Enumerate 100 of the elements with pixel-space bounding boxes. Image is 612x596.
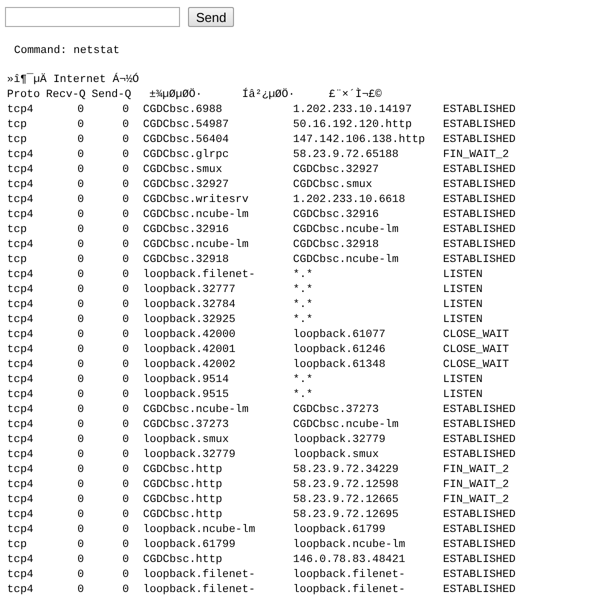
- table-cell-text: loopback.filenet-: [142, 268, 256, 283]
- table-cell-text: 0: [121, 298, 129, 313]
- table-cell-text: 0: [121, 493, 129, 508]
- table-cell-text: loopback.smux: [142, 433, 230, 448]
- table-cell-text: 0: [121, 268, 129, 283]
- table-cell-text: 0: [121, 508, 129, 523]
- table-cell-text: *.*: [293, 283, 314, 298]
- table-cell-text: *.*: [293, 313, 314, 328]
- table-cell-text: 0: [121, 583, 129, 596]
- column-header: £¨×´Ì¬£©: [328, 88, 382, 103]
- table-cell-text: 0: [76, 253, 84, 268]
- table-cell-text: *.*: [293, 298, 314, 313]
- table-cell-text: tcp4: [7, 328, 34, 343]
- table-cell-text: CGDCbsc.6988: [142, 103, 224, 118]
- table-cell-text: tcp4: [7, 208, 34, 223]
- table-cell-text: CLOSE_WAIT: [443, 343, 510, 358]
- table-cell-text: tcp4: [7, 448, 34, 463]
- table-cell-text: 0: [76, 163, 84, 178]
- table-cell-text: 0: [76, 448, 84, 463]
- table-cell-text: tcp4: [7, 103, 34, 118]
- table-cell-text: 0: [76, 373, 84, 388]
- table-cell-text: 0: [121, 103, 129, 118]
- table-cell-text: 0: [121, 373, 129, 388]
- table-cell-text: tcp4: [7, 163, 34, 178]
- table-cell-text: CGDCbsc.writesrv: [142, 193, 250, 208]
- table-cell-text: tcp: [7, 223, 28, 238]
- table-cell-text: CGDCbsc.ncube-lm: [142, 403, 250, 418]
- table-cell-text: ESTABLISHED: [443, 403, 517, 418]
- table-cell-text: CGDCbsc.ncube-lm: [293, 418, 400, 433]
- table-cell-text: tcp4: [7, 283, 34, 298]
- table-cell-text: CGDCbsc.http: [142, 508, 224, 523]
- table-cell-text: 0: [76, 298, 84, 313]
- table-cell-text: tcp4: [7, 463, 34, 478]
- table-cell-text: CGDCbsc.32918: [142, 253, 230, 268]
- table-cell-text: 0: [76, 238, 84, 253]
- table-cell-text: loopback.32925: [142, 313, 236, 328]
- table-cell-text: 0: [121, 403, 129, 418]
- table-cell-text: CGDCbsc.http: [142, 478, 224, 493]
- column-header: Recv-Q: [46, 88, 86, 103]
- table-cell-text: ESTABLISHED: [443, 103, 517, 118]
- send-button[interactable]: Send: [188, 7, 234, 27]
- table-cell-text: loopback.61348: [293, 358, 386, 373]
- table-cell-text: 0: [76, 418, 84, 433]
- table-cell-text: 0: [76, 178, 84, 193]
- table-cell-text: loopback.ncube-lm: [142, 523, 256, 538]
- table-cell-text: ESTABLISHED: [443, 118, 517, 133]
- command-input-field[interactable]: [5, 7, 180, 27]
- column-header: Send-Q: [92, 88, 132, 103]
- table-cell-text: 0: [76, 313, 84, 328]
- section-title: »î¶¯µÄ Internet Á¬½Ó: [7, 73, 140, 88]
- table-cell-text: 0: [76, 568, 84, 583]
- table-cell-text: 50.16.192.120.http: [293, 118, 413, 133]
- table-cell-text: CGDCbsc.http: [142, 463, 224, 478]
- table-cell-text: 0: [76, 583, 84, 596]
- table-cell-text: 0: [121, 133, 129, 148]
- table-cell-text: 0: [76, 508, 84, 523]
- table-cell-text: 0: [121, 328, 129, 343]
- table-cell-text: tcp4: [7, 418, 34, 433]
- table-cell-text: loopback.42000: [142, 328, 236, 343]
- table-cell-text: 0: [76, 553, 84, 568]
- table-cell-text: 0: [76, 193, 84, 208]
- table-cell-text: tcp4: [7, 478, 34, 493]
- table-cell-text: *.*: [293, 373, 314, 388]
- table-cell-text: CGDCbsc.56404: [142, 133, 230, 148]
- table-cell-text: 0: [76, 433, 84, 448]
- table-cell-text: 0: [121, 208, 129, 223]
- table-cell-text: loopback.9515: [142, 388, 230, 403]
- table-cell-text: CGDCbsc.32918: [293, 238, 380, 253]
- table-cell-text: tcp4: [7, 388, 34, 403]
- table-cell-text: loopback.32784: [142, 298, 236, 313]
- command-text: Command: netstat: [14, 44, 121, 59]
- table-cell-text: 58.23.9.72.65188: [293, 148, 400, 163]
- table-cell-text: 0: [76, 343, 84, 358]
- table-cell-text: 0: [76, 133, 84, 148]
- table-cell-text: loopback.filenet-: [142, 583, 256, 596]
- table-cell-text: 0: [76, 478, 84, 493]
- table-cell-text: ESTABLISHED: [443, 448, 517, 463]
- table-cell-text: CGDCbsc.smux: [142, 163, 224, 178]
- table-cell-text: ESTABLISHED: [443, 163, 517, 178]
- table-cell-text: LISTEN: [443, 268, 484, 283]
- table-cell-text: CGDCbsc.37273: [293, 403, 380, 418]
- table-cell-text: 1.202.233.10.14197: [293, 103, 413, 118]
- table-cell-text: CGDCbsc.32916: [142, 223, 230, 238]
- table-cell-text: 0: [121, 388, 129, 403]
- table-cell-text: ESTABLISHED: [443, 418, 517, 433]
- table-cell-text: ESTABLISHED: [443, 223, 517, 238]
- table-cell-text: loopback.42001: [142, 343, 236, 358]
- table-cell-text: 0: [76, 148, 84, 163]
- table-cell-text: 0: [76, 268, 84, 283]
- table-cell-text: LISTEN: [443, 313, 484, 328]
- table-cell-text: ESTABLISHED: [443, 208, 517, 223]
- table-cell-text: ESTABLISHED: [443, 523, 517, 538]
- table-cell-text: 0: [121, 448, 129, 463]
- table-cell-text: loopback.61246: [293, 343, 386, 358]
- table-cell-text: CGDCbsc.smux: [293, 178, 374, 193]
- table-cell-text: loopback.filenet-: [293, 583, 406, 596]
- table-cell-text: 0: [76, 223, 84, 238]
- table-cell-text: 0: [76, 538, 84, 553]
- table-cell-text: 0: [76, 208, 84, 223]
- table-cell-text: CGDCbsc.http: [142, 493, 224, 508]
